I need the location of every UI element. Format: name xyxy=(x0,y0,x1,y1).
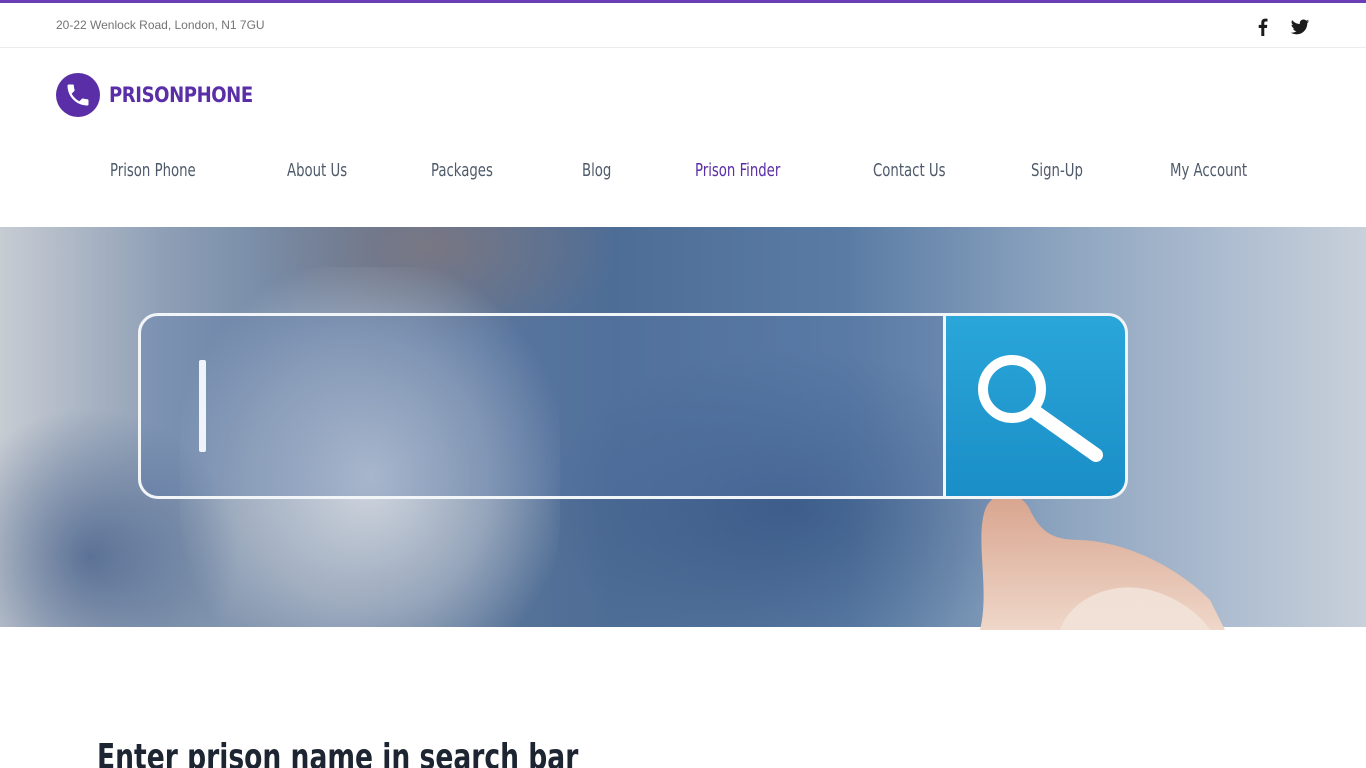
text-cursor xyxy=(199,360,206,452)
brand-logo[interactable]: PRISONPHONE xyxy=(56,73,276,117)
nav-item-prison-finder[interactable]: Prison Finder xyxy=(695,160,780,181)
hero-search-graphic xyxy=(138,313,1128,499)
nav-item-about-us[interactable]: About Us xyxy=(287,160,347,181)
address-text: 20-22 Wenlock Road, London, N1 7GU xyxy=(56,18,265,32)
twitter-icon[interactable] xyxy=(1290,17,1310,37)
page-heading: Enter prison name in search bar xyxy=(97,737,579,768)
phone-icon xyxy=(56,73,100,117)
brand-name: PRISONPHONE xyxy=(109,83,253,107)
nav-item-contact-us[interactable]: Contact Us xyxy=(873,160,946,181)
magnifier-icon xyxy=(943,316,1125,496)
top-bar: 20-22 Wenlock Road, London, N1 7GU xyxy=(0,3,1366,48)
main-nav: Prison Phone About Us Packages Blog Pris… xyxy=(0,160,1366,186)
nav-item-my-account[interactable]: My Account xyxy=(1170,160,1247,181)
nav-item-sign-up[interactable]: Sign-Up xyxy=(1031,160,1083,181)
facebook-icon[interactable] xyxy=(1253,17,1273,37)
nav-item-blog[interactable]: Blog xyxy=(582,160,611,181)
nav-item-prison-phone[interactable]: Prison Phone xyxy=(110,160,196,181)
nav-item-packages[interactable]: Packages xyxy=(431,160,493,181)
